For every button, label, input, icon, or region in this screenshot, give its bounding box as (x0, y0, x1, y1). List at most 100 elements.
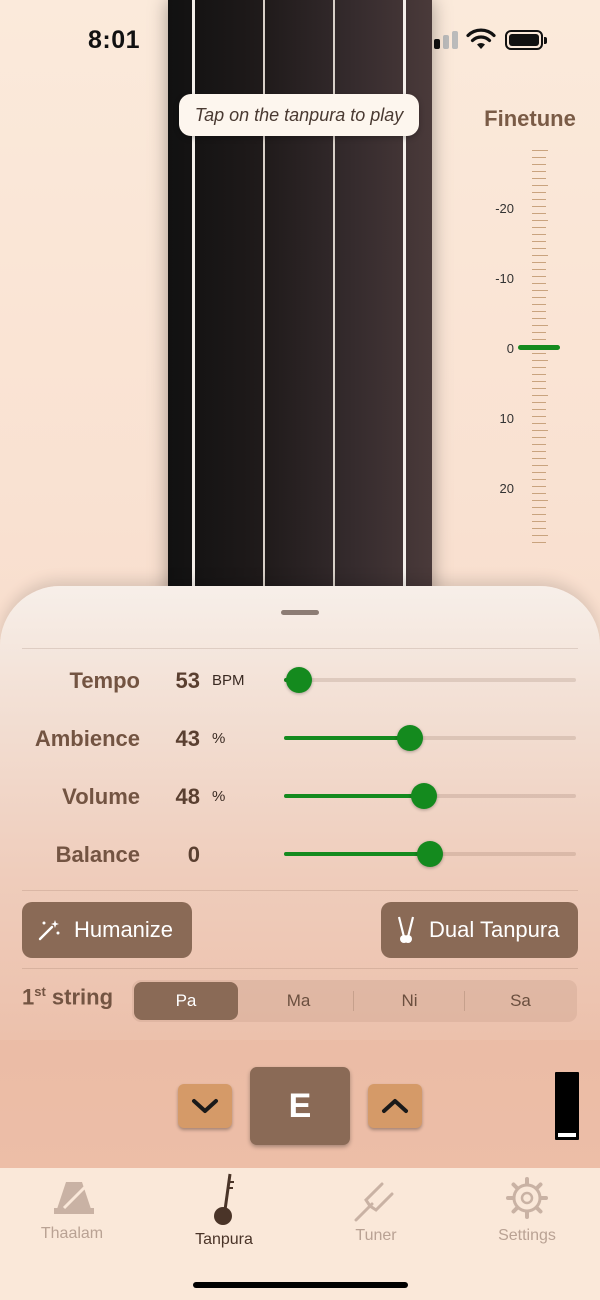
finetune-tick (532, 507, 546, 508)
finetune-tick (532, 437, 546, 438)
gear-icon (506, 1177, 548, 1219)
tab-thaalam[interactable]: Thaalam (12, 1225, 132, 1243)
ambience-slider[interactable] (284, 736, 576, 740)
finetune-tick (532, 248, 546, 249)
chevron-up-icon (382, 1099, 408, 1113)
dual-tanpura-button[interactable]: Dual Tanpura (381, 902, 578, 958)
finetune-tick (532, 423, 546, 424)
finetune-tick (532, 381, 546, 382)
finetune-tick (532, 465, 548, 466)
volume-label: Volume (62, 784, 140, 809)
ambience-value: 43 (175, 726, 200, 751)
tab-settings[interactable]: Settings (467, 1227, 587, 1245)
finetune-tick (532, 535, 548, 536)
divider (22, 648, 578, 649)
first-string-selector[interactable]: Pa Ma Ni Sa (132, 980, 577, 1022)
dual-tanpura-label: Dual Tanpura (429, 917, 560, 942)
finetune-tick (532, 528, 546, 529)
finetune-tick (532, 178, 546, 179)
finetune-tick (532, 241, 546, 242)
finetune-tick (532, 493, 546, 494)
finetune-tick (532, 157, 546, 158)
tempo-unit: BPM (212, 672, 245, 689)
finetune-label: 0 (506, 341, 514, 356)
finetune-tick (532, 304, 546, 305)
finetune-tick (532, 374, 546, 375)
finetune-label: -20 (495, 201, 514, 216)
tempo-slider-thumb[interactable] (285, 667, 312, 693)
finetune-tick (532, 164, 546, 165)
home-indicator (193, 1282, 408, 1288)
tanpura-string-1[interactable] (192, 0, 195, 600)
humanize-button[interactable]: Humanize (22, 902, 192, 958)
string-option-pa[interactable]: Pa (134, 982, 238, 1020)
divider (22, 890, 578, 891)
tanpura-neck[interactable] (168, 0, 432, 600)
finetune-tick (532, 220, 548, 221)
finetune-tick (532, 297, 546, 298)
play-hint-tooltip: Tap on the tanpura to play (179, 94, 419, 136)
key-up-button[interactable] (368, 1084, 422, 1128)
volume-value: 48 (175, 784, 200, 809)
finetune-tick (532, 332, 546, 333)
dual-tanpura-icon (397, 916, 415, 943)
volume-slider-thumb[interactable] (411, 783, 438, 809)
finetune-label: -10 (495, 271, 514, 286)
finetune-tick (532, 486, 546, 487)
finetune-tick (532, 283, 546, 284)
balance-label: Balance (55, 842, 140, 867)
tanpura-string-3[interactable] (333, 0, 335, 600)
chevron-down-icon (192, 1099, 218, 1113)
key-down-button[interactable] (178, 1084, 232, 1128)
finetune-tick (532, 444, 546, 445)
finetune-tick (532, 388, 546, 389)
finetune-tick (532, 185, 548, 186)
finetune-tick (532, 409, 546, 410)
string-option-sa[interactable]: Sa (465, 980, 576, 1022)
tanpura-string-2[interactable] (263, 0, 265, 600)
string-option-ni[interactable]: Ni (354, 980, 465, 1022)
finetune-marker[interactable] (518, 345, 560, 350)
finetune-tick (532, 150, 548, 151)
finetune-tick (532, 402, 546, 403)
tab-tuner[interactable]: Tuner (316, 1227, 436, 1245)
finetune-tick (532, 192, 546, 193)
finetune-tick (532, 311, 546, 312)
finetune-tick (532, 542, 546, 543)
finetune-label: 20 (499, 481, 514, 496)
finetune-tick (532, 353, 546, 354)
status-time: 8:01 (88, 26, 141, 54)
finetune-tick (532, 395, 548, 396)
tab-tanpura[interactable]: Tanpura (164, 1231, 284, 1249)
finetune-tick (532, 500, 548, 501)
finetune-tick (532, 171, 546, 172)
divider (22, 968, 578, 969)
key-display-button[interactable]: E (250, 1067, 350, 1145)
tempo-label: Tempo (69, 668, 140, 693)
wifi-icon (466, 28, 496, 49)
finetune-tick (532, 458, 546, 459)
finetune-tick (532, 206, 546, 207)
finetune-tick (532, 276, 546, 277)
finetune-tick (532, 234, 546, 235)
tempo-value: 53 (175, 668, 200, 693)
humanize-label: Humanize (74, 917, 174, 942)
volume-unit: % (212, 788, 226, 805)
tanpura-string-4[interactable] (403, 0, 406, 600)
ambience-slider-thumb[interactable] (396, 725, 423, 751)
level-meter (555, 1072, 579, 1140)
finetune-tick (532, 269, 546, 270)
ambience-unit: % (212, 730, 226, 747)
tuning-fork-icon (354, 1182, 394, 1222)
finetune-tick (532, 416, 546, 417)
string-option-ma[interactable]: Ma (243, 980, 354, 1022)
finetune-tick (532, 213, 546, 214)
ambience-label: Ambience (34, 726, 140, 751)
tempo-slider[interactable] (284, 678, 576, 682)
finetune-tick (532, 339, 546, 340)
finetune-tick (532, 318, 546, 319)
finetune-tick (532, 430, 548, 431)
balance-slider-thumb[interactable] (417, 841, 443, 867)
sheet-drag-handle[interactable] (281, 610, 319, 615)
finetune-tick (532, 367, 546, 368)
